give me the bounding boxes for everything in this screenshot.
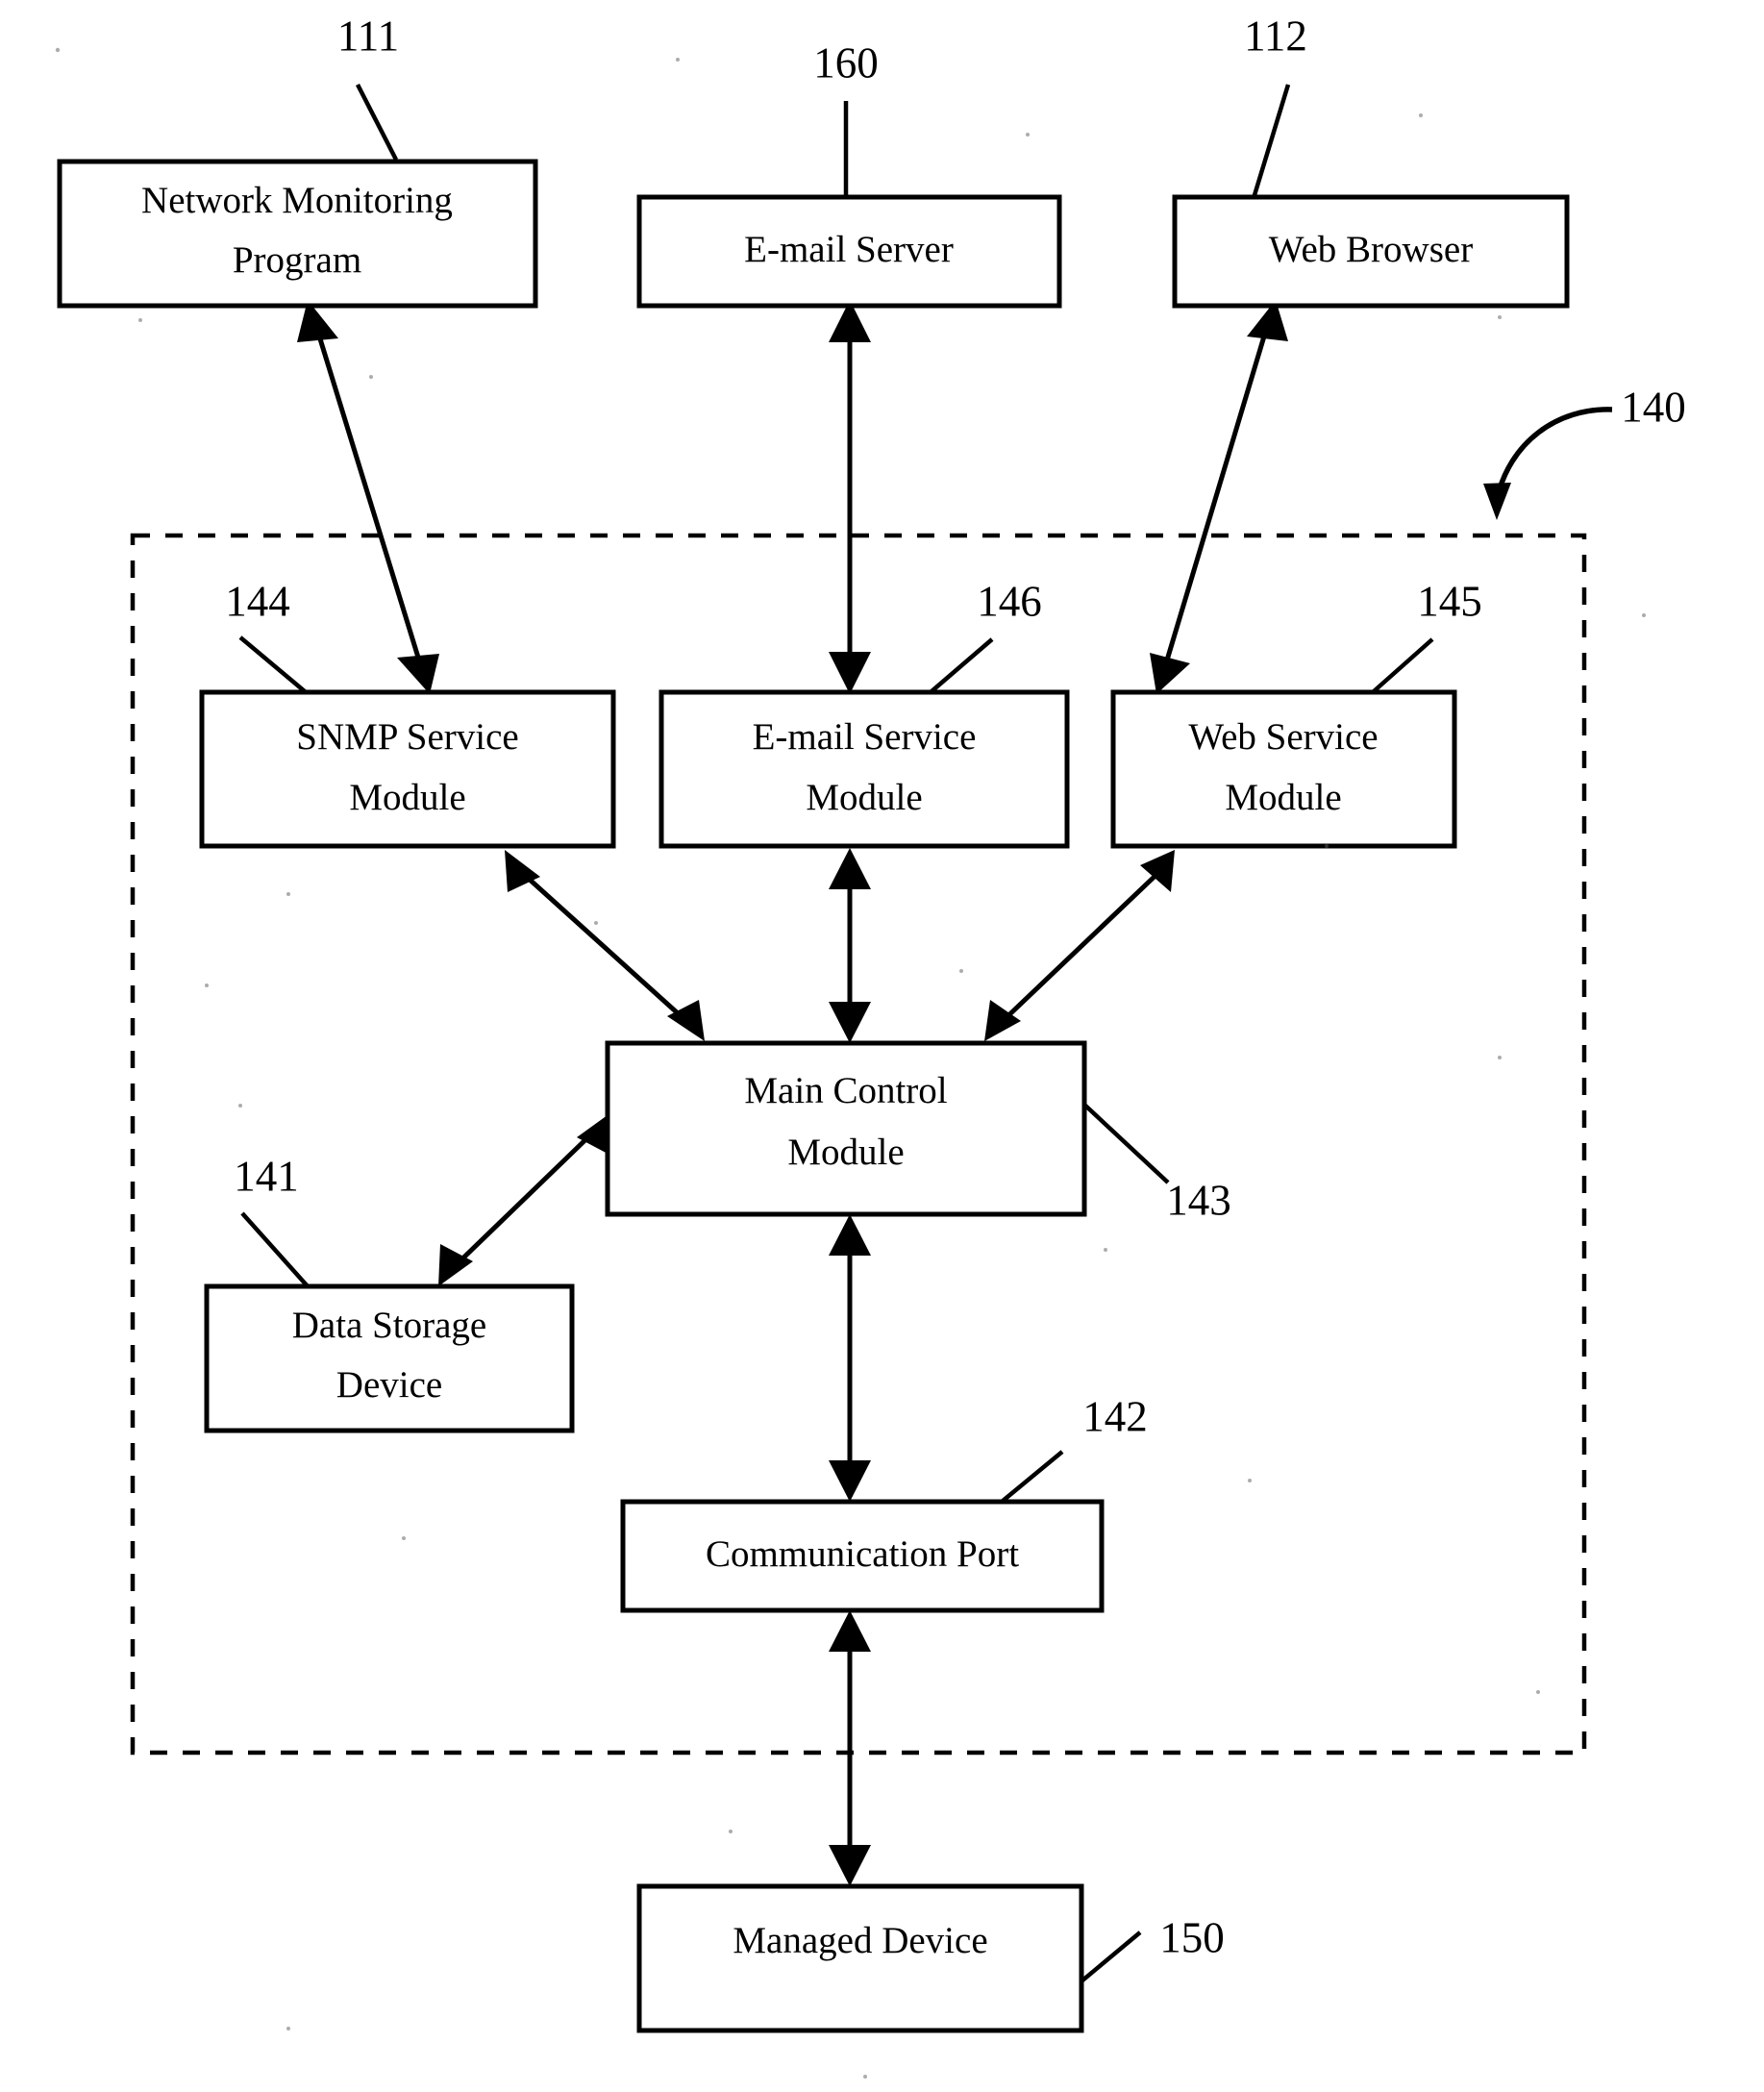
box-label-email-server: E-mail Server [744,229,954,270]
leader-line-145 [1371,637,1434,694]
box-label-email-service-module-line2: Module [806,777,922,818]
box-label-main-control-module-line2: Module [787,1132,904,1173]
reference-numeral-142: 142 [1082,1392,1148,1440]
leader-line-146 [929,637,994,694]
box-managed-device[interactable]: Managed Device [636,1883,1084,2033]
reference-numeral-160: 160 [813,38,879,87]
figure-canvas: Network Monitoring Program E-mail Server… [0,0,1764,2092]
box-web-service-module[interactable]: Web Service Module [1110,689,1457,849]
leader-line-143 [1081,1102,1170,1184]
arrowhead-commport-bottom [829,1610,871,1652]
leader-arrowhead-140 [1483,483,1511,520]
arrowhead-to-email-module [829,652,871,694]
leader-line-111 [355,83,399,162]
reference-numeral-143: 143 [1166,1176,1231,1224]
arrowhead-commport-top [829,1460,871,1502]
box-label-web-service-module-line2: Module [1225,777,1341,818]
box-label-snmp-service-module-line2: Module [349,777,465,818]
box-main-control-module[interactable]: Main Control Module [605,1040,1087,1217]
box-data-storage-device[interactable]: Data Storage Device [204,1283,575,1433]
reference-numeral-140: 140 [1621,383,1686,431]
leader-line-141 [240,1211,310,1288]
box-label-network-monitoring-program-line1: Network Monitoring [141,180,453,221]
reference-numeral-111: 111 [337,12,399,60]
box-label-web-service-module-line1: Web Service [1188,716,1378,758]
connector-webmodule-to-webbrowser [1160,319,1272,674]
box-label-web-browser: Web Browser [1269,229,1473,270]
box-label-data-storage-device-line2: Device [336,1364,442,1406]
box-email-server[interactable]: E-mail Server [636,194,1062,309]
box-communication-port[interactable]: Communication Port [620,1499,1105,1613]
arrowhead-to-web-module [1150,653,1190,694]
box-label-email-service-module-line1: E-mail Service [753,716,977,758]
arrowhead-to-snmp-module [397,654,439,694]
box-outline-main-control-module [605,1040,1087,1217]
box-label-main-control-module-line1: Main Control [744,1070,947,1111]
leader-line-150 [1075,1930,1142,1987]
connector-webmodule-to-maincontrol [1000,868,1163,1024]
reference-numeral-141: 141 [234,1152,299,1200]
box-snmp-service-module[interactable]: SNMP Service Module [199,689,616,849]
leader-line-144 [238,635,308,694]
box-label-managed-device: Managed Device [733,1920,987,1961]
box-label-data-storage-device-line1: Data Storage [292,1305,487,1346]
arrowhead-email-up [829,848,871,889]
connector-snmp-to-monitoring [311,319,426,674]
box-web-browser[interactable]: Web Browser [1172,194,1570,309]
box-network-monitoring-program[interactable]: Network Monitoring Program [57,159,538,309]
reference-numeral-144: 144 [225,577,290,625]
reference-numeral-112: 112 [1244,12,1307,60]
block-diagram-svg: Network Monitoring Program E-mail Server… [55,12,1686,2079]
leader-line-112 [1252,84,1291,196]
leader-curve-140 [1494,407,1613,501]
reference-numeral-146: 146 [977,577,1042,625]
box-label-snmp-service-module-line1: SNMP Service [296,716,518,758]
leader-line-142 [1000,1450,1064,1504]
reference-numeral-145: 145 [1417,577,1482,625]
reference-numeral-150: 150 [1159,1913,1225,1961]
arrowhead-maincontrol-down [829,1214,871,1256]
arrowhead-manageddevice-top [829,1845,871,1886]
connector-snmp-to-maincontrol [517,868,689,1024]
arrowhead-maincontrol-from-email [829,1002,871,1043]
box-label-communication-port: Communication Port [706,1533,1019,1575]
box-email-service-module[interactable]: E-mail Service Module [658,689,1070,849]
box-label-network-monitoring-program-line2: Program [233,239,361,281]
connector-storage-to-maincontrol [452,1128,598,1269]
